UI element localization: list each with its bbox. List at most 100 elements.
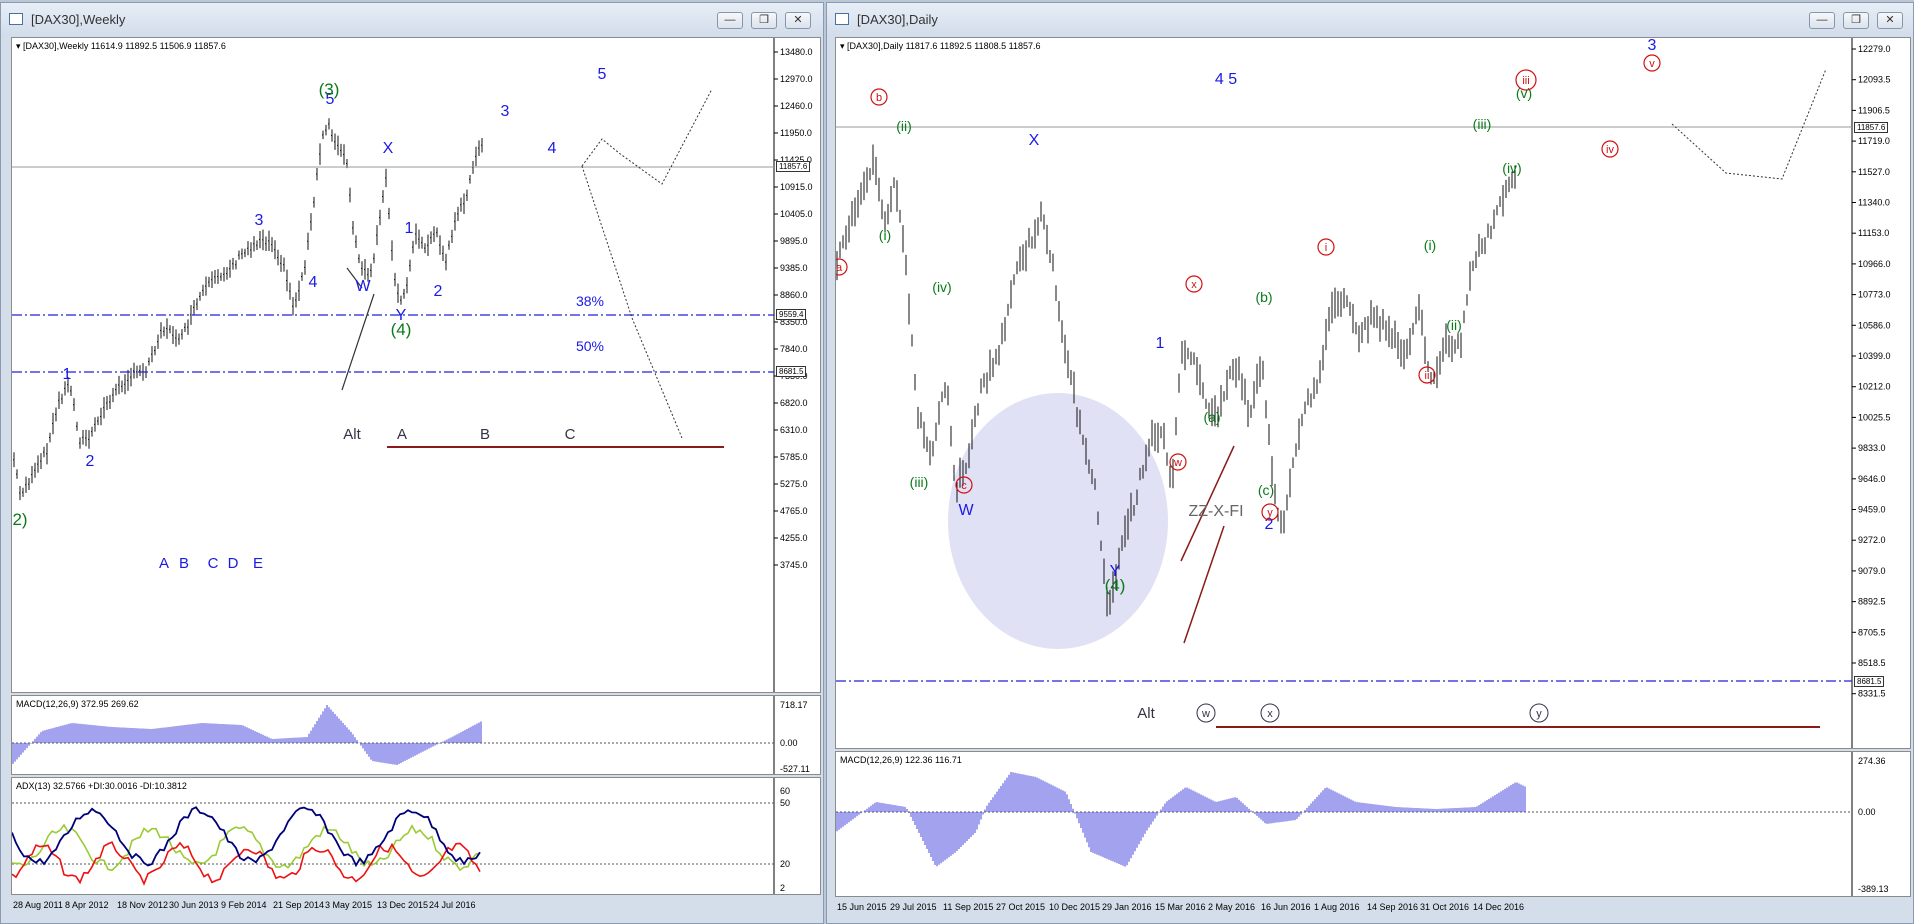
price-badge-8681: 8681.5 [776,366,807,377]
wave-label-roman: (iii) [910,474,929,490]
time-tick-label: 29 Jul 2015 [890,902,937,912]
alt-wave-label: C [565,426,576,443]
wave-label-roman: (a) [1203,409,1220,425]
daily-wave-labels: 4 53XW12Y(ii)(i)(iv)(iii)(a)(b)(c)(i)(ii… [836,38,1661,723]
wave-label-circled: y [1267,507,1273,519]
macd-tick: -527.11 [780,764,810,774]
price-tick-label: 12279.0 [1858,44,1891,54]
daily-chart-window[interactable]: [DAX30],Daily — ❐ ✕ ▾ [DAX30],Daily 1181… [826,2,1914,924]
wave-label: 3 [501,103,510,120]
close-button[interactable]: ✕ [1877,12,1903,29]
triangle-letter: E [253,555,263,572]
time-tick-label: 16 Jun 2016 [1261,902,1311,912]
daily-window-titlebar[interactable]: [DAX30],Daily — ❐ ✕ [827,3,1913,37]
wave-label-roman: (ii) [1446,317,1462,333]
wave-label-roman: (ii) [896,118,912,134]
minus-di-line [12,841,481,886]
price-tick-label: 10773.0 [1858,290,1891,300]
price-tick-label: 11340.0 [1858,198,1890,208]
price-tick-label: 5275.0 [780,479,808,489]
daily-price-pane[interactable]: ▾ [DAX30],Daily 11817.6 11892.5 11808.5 … [835,37,1911,749]
price-tick-label: 11527.0 [1858,167,1890,177]
wave-label: 4 [548,140,557,157]
minimize-button[interactable]: — [717,12,743,29]
weekly-price-bars [13,118,483,501]
chart-window-icon [9,13,23,25]
price-tick-label: 6310.0 [780,425,808,435]
daily-window-title: [DAX30],Daily [857,12,938,27]
daily-macd-histogram [836,772,1526,867]
time-tick-label: 28 Aug 2011 [13,900,63,910]
wave-label-roman: (c) [1258,482,1274,498]
fib-label: 38% [576,293,604,309]
wave-label-circled: ii [1425,370,1430,382]
wave-label: 2 [434,283,443,300]
wave-label-roman: (v) [1516,85,1532,101]
price-tick-label: 11719.0 [1858,136,1890,146]
triangle-letter: A [159,555,169,572]
macd-tick: 718.17 [780,700,808,710]
price-tick-label: 10966.0 [1858,259,1891,269]
alt-wave-label: y [1536,708,1542,720]
alt-wave-label: x [1267,708,1273,720]
weekly-price-pane[interactable]: ▾ [DAX30],Weekly 11614.9 11892.5 11506.9… [11,37,821,693]
price-tick-label: 10405.0 [780,209,813,219]
weekly-macd-pane[interactable]: MACD(12,26,9) 372.95 269.62 718.17 0.00 … [11,695,821,775]
price-tick-label: 4765.0 [780,506,808,516]
restore-button[interactable]: ❐ [1843,12,1869,29]
wave-label: 3 [255,212,264,229]
minimize-button[interactable]: — [1809,12,1835,29]
weekly-window-titlebar[interactable]: [DAX30],Weekly — ❐ ✕ [1,3,823,37]
price-tick-label: 9385.0 [780,263,808,273]
price-tick-label: 12460.0 [780,101,813,111]
projection-path [1671,68,1827,180]
time-tick-label: 11 Sep 2015 [943,902,993,912]
price-tick-label: 11153.0 [1858,228,1889,238]
wave-label-degree: 2) [12,510,27,529]
alt-wave-label: A [397,426,407,443]
wave-label-circled: w [1173,457,1182,469]
time-tick-label: 24 Jul 2016 [429,900,476,910]
price-tick-label: 8705.5 [1858,627,1886,637]
wave-label-roman: (i) [879,227,891,243]
alt-wave-label: Alt [1137,705,1155,722]
time-tick-label: 3 May 2015 [325,900,372,910]
wave-label: 4 5 [1215,71,1237,88]
wave-label-roman: (b) [1255,289,1272,305]
price-badge-current: 11857.6 [1854,122,1889,133]
price-tick-label: 5785.0 [780,452,808,462]
weekly-time-axis: 28 Aug 2011 8 Apr 2012 18 Nov 2012 30 Jun 2… [13,900,476,910]
time-tick-label: 9 Feb 2014 [221,900,267,910]
macd-tick: 0.00 [780,738,798,748]
time-tick-label: 10 Dec 2015 [1049,902,1100,912]
wave-label: 1 [1156,335,1165,352]
wave-label-circled: c [961,480,967,492]
weekly-macd-histogram [12,705,482,765]
restore-button[interactable]: ❐ [751,12,777,29]
price-tick-label: 10025.5 [1858,412,1891,422]
wave-label-roman: (iv) [1502,160,1521,176]
wave-label: W [958,502,974,519]
weekly-adx-pane[interactable]: ADX(13) 32.5766 +DI:30.0016 -DI:10.3812 … [11,777,821,895]
weekly-wave-labels: 12345XWY12345(3)(4)2)38%50%A B C D EAlt A B C [12,66,606,572]
price-tick-label: 9895.0 [780,236,808,246]
chart-window-icon [835,13,849,25]
wave-label: X [1029,132,1040,149]
weekly-window-title: [DAX30],Weekly [31,12,126,27]
close-button[interactable]: ✕ [785,12,811,29]
wave-label-circled: v [1649,58,1655,70]
wave-label: 5 [598,66,607,83]
price-tick-label: 3745.0 [780,560,808,570]
adx-tick: 2 [780,883,785,893]
price-tick-label: 8331.5 [1858,689,1886,699]
wave-label-degree: (4) [391,320,412,339]
price-badge-9559: 9559.4 [776,309,807,320]
daily-macd-svg: 274.36 0.00 -389.13 [836,752,1889,896]
price-tick-label: 6820.0 [780,398,808,408]
time-tick-label: 8 Apr 2012 [65,900,109,910]
daily-macd-pane[interactable]: MACD(12,26,9) 122.36 116.71 274.36 0.00 … [835,751,1911,897]
weekly-chart-window[interactable]: [DAX30],Weekly — ❐ ✕ ▾ [DAX30],Weekly 11… [0,2,824,924]
zz-x-fl-label: ZZ-X-FI [1188,503,1243,520]
wave-label-circled: a [836,262,843,274]
price-tick-label: 7840.0 [780,344,808,354]
